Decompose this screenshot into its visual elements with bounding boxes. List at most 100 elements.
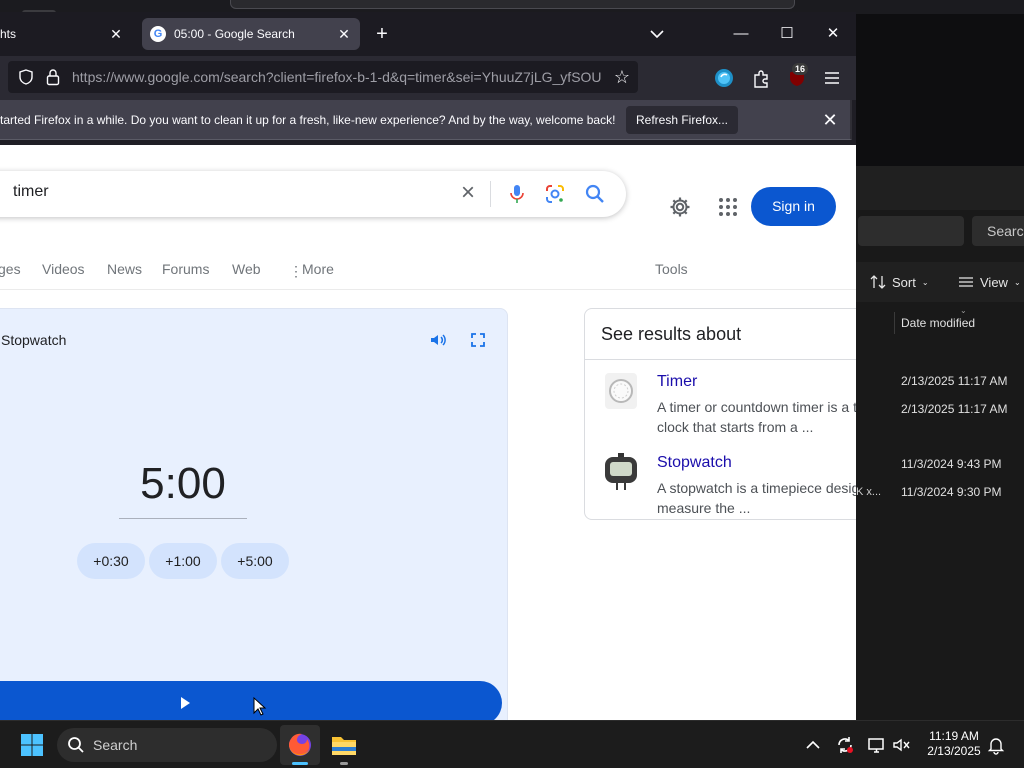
extension-badge: 16: [792, 63, 809, 75]
search-icon: [68, 737, 84, 753]
volume-muted-icon[interactable]: [892, 735, 912, 755]
tab-title: hts: [0, 27, 17, 41]
stopwatch-tab[interactable]: Stopwatch: [1, 332, 66, 348]
result-title[interactable]: Stopwatch: [657, 454, 732, 472]
new-tab-button[interactable]: +: [372, 24, 392, 44]
chevron-down-icon: ⌄: [921, 277, 929, 287]
filter-tab-images[interactable]: ges: [0, 261, 21, 277]
filter-tab-more[interactable]: More: [302, 261, 334, 277]
search-filter-tabs: ges Videos News Forums Web ⋮ More Tools: [0, 257, 856, 290]
result-description-line: A stopwatch is a timepiece desig: [657, 480, 856, 496]
taskbar-search-box[interactable]: Search: [57, 728, 277, 762]
search-input[interactable]: timer: [13, 183, 49, 201]
explorer-sort-button[interactable]: Sort ⌄: [870, 274, 929, 290]
close-notification-icon[interactable]: ✕: [820, 110, 840, 130]
refresh-firefox-button[interactable]: Refresh Firefox...: [626, 106, 738, 134]
stopwatch-thumbnail-icon: [605, 453, 637, 490]
close-tab-icon[interactable]: ✕: [108, 26, 124, 42]
windows-taskbar: Search 11:19 AM 2/13/2025: [0, 720, 1024, 768]
explorer-title-bar[interactable]: [856, 166, 1024, 210]
timer-time-display[interactable]: 5:00: [119, 459, 247, 519]
view-list-icon: [959, 277, 973, 287]
result-description-line: A timer or countdown timer is a t: [657, 399, 856, 415]
search-icon[interactable]: [584, 183, 606, 205]
file-row-date[interactable]: 2/13/2025 11:17 AM: [901, 374, 1008, 388]
tools-button[interactable]: Tools: [655, 261, 688, 277]
list-all-tabs-chevron-icon[interactable]: [648, 25, 666, 43]
background-window-peek: [230, 0, 795, 9]
tab-google-search[interactable]: G 05:00 - Google Search ✕: [142, 18, 360, 50]
tab-previous[interactable]: hts ✕: [0, 18, 132, 50]
sync-icon[interactable]: [835, 735, 855, 755]
chevron-up-icon[interactable]: [803, 735, 823, 755]
filter-tab-web[interactable]: Web: [232, 261, 261, 277]
timer-thumbnail-icon: [605, 373, 637, 409]
shield-icon[interactable]: [18, 69, 34, 85]
search-box-divider: [490, 181, 491, 207]
start-timer-button[interactable]: [0, 681, 502, 720]
sign-in-button[interactable]: Sign in: [751, 187, 836, 226]
extensions-puzzle-icon[interactable]: [750, 67, 772, 89]
refresh-firefox-notification: tarted Firefox in a while. Do you want t…: [0, 100, 852, 140]
google-apps-grid-icon[interactable]: [716, 195, 740, 219]
taskbar-file-explorer-app[interactable]: [324, 725, 364, 765]
add-1-minute-button[interactable]: +1:00: [149, 543, 217, 579]
filter-tab-videos[interactable]: Videos: [42, 261, 85, 277]
clear-search-icon[interactable]: ×: [456, 181, 480, 205]
tab-title: 05:00 - Google Search: [174, 27, 295, 41]
explorer-search-box[interactable]: Search: [972, 216, 1024, 246]
filter-tab-news[interactable]: News: [107, 261, 142, 277]
url-bar[interactable]: https://www.google.com/search?client=fir…: [8, 61, 638, 93]
google-favicon-icon: G: [150, 26, 166, 42]
see-results-about-panel: See results about Timer A timer or count…: [584, 308, 856, 520]
bookmark-star-icon[interactable]: ☆: [612, 67, 632, 87]
windows-start-icon[interactable]: [20, 733, 44, 757]
network-icon[interactable]: [867, 735, 887, 755]
chevron-down-icon: ⌄: [1013, 277, 1021, 287]
minimize-button[interactable]: —: [729, 22, 753, 46]
result-description-line: measure the ...: [657, 500, 751, 516]
navigation-toolbar: https://www.google.com/search?client=fir…: [0, 56, 856, 100]
folder-icon: [332, 737, 356, 755]
running-app-indicator: [340, 762, 348, 765]
close-tab-icon[interactable]: ✕: [336, 26, 352, 42]
more-vertical-dots-icon: ⋮: [289, 263, 303, 279]
maximize-button[interactable]: ☐: [775, 22, 799, 46]
explorer-sort-label: Sort: [892, 274, 916, 290]
lock-icon[interactable]: [46, 68, 60, 86]
result-item-stopwatch[interactable]: Stopwatch A stopwatch is a timepiece des…: [585, 446, 856, 516]
gear-icon[interactable]: [668, 195, 692, 219]
google-search-box[interactable]: timer ×: [0, 171, 626, 217]
sort-icon: [870, 275, 886, 289]
explorer-address-bar[interactable]: [858, 216, 964, 246]
taskbar-search-label: Search: [93, 737, 138, 753]
file-row-date[interactable]: 11/3/2024 9:30 PM: [901, 485, 1002, 499]
add-5-minutes-button[interactable]: +5:00: [221, 543, 289, 579]
firefox-window[interactable]: hts ✕ G 05:00 - Google Search ✕ + — ☐ ✕ …: [0, 12, 856, 720]
column-header-date-modified[interactable]: Date modified: [901, 316, 975, 330]
column-separator: [894, 312, 895, 334]
url-text[interactable]: https://www.google.com/search?client=fir…: [72, 69, 606, 85]
file-row-name-fragment[interactable]: K x...: [856, 486, 881, 498]
volume-icon[interactable]: [429, 331, 447, 349]
microphone-icon[interactable]: [506, 183, 528, 205]
file-explorer-window[interactable]: Search Sort ⌄ View ⌄ ⌄ Date modified 2/1…: [856, 166, 1024, 720]
filter-tab-forums[interactable]: Forums: [162, 261, 209, 277]
explorer-view-button[interactable]: View ⌄: [958, 274, 1021, 290]
clock-date: 2/13/2025: [927, 744, 981, 758]
menu-hamburger-icon[interactable]: [821, 67, 843, 89]
result-title[interactable]: Timer: [657, 373, 697, 391]
account-avatar-icon[interactable]: [713, 67, 735, 89]
close-window-button[interactable]: ✕: [821, 22, 845, 46]
taskbar-firefox-app[interactable]: [280, 725, 320, 765]
notification-bell-icon[interactable]: [986, 735, 1006, 755]
file-row-date[interactable]: 2/13/2025 11:17 AM: [901, 402, 1008, 416]
google-lens-icon[interactable]: [544, 183, 566, 205]
add-30-seconds-button[interactable]: +0:30: [77, 543, 145, 579]
timer-widget: Stopwatch 5:00 +0:30 +1:00 +5:00: [0, 308, 508, 720]
system-clock[interactable]: 11:19 AM 2/13/2025: [916, 729, 992, 759]
fullscreen-icon[interactable]: [469, 331, 487, 349]
file-row-date[interactable]: 11/3/2024 9:43 PM: [901, 457, 1002, 471]
result-item-timer[interactable]: Timer A timer or countdown timer is a t …: [585, 365, 856, 435]
result-description: A stopwatch is a timepiece desig measure…: [657, 478, 856, 518]
